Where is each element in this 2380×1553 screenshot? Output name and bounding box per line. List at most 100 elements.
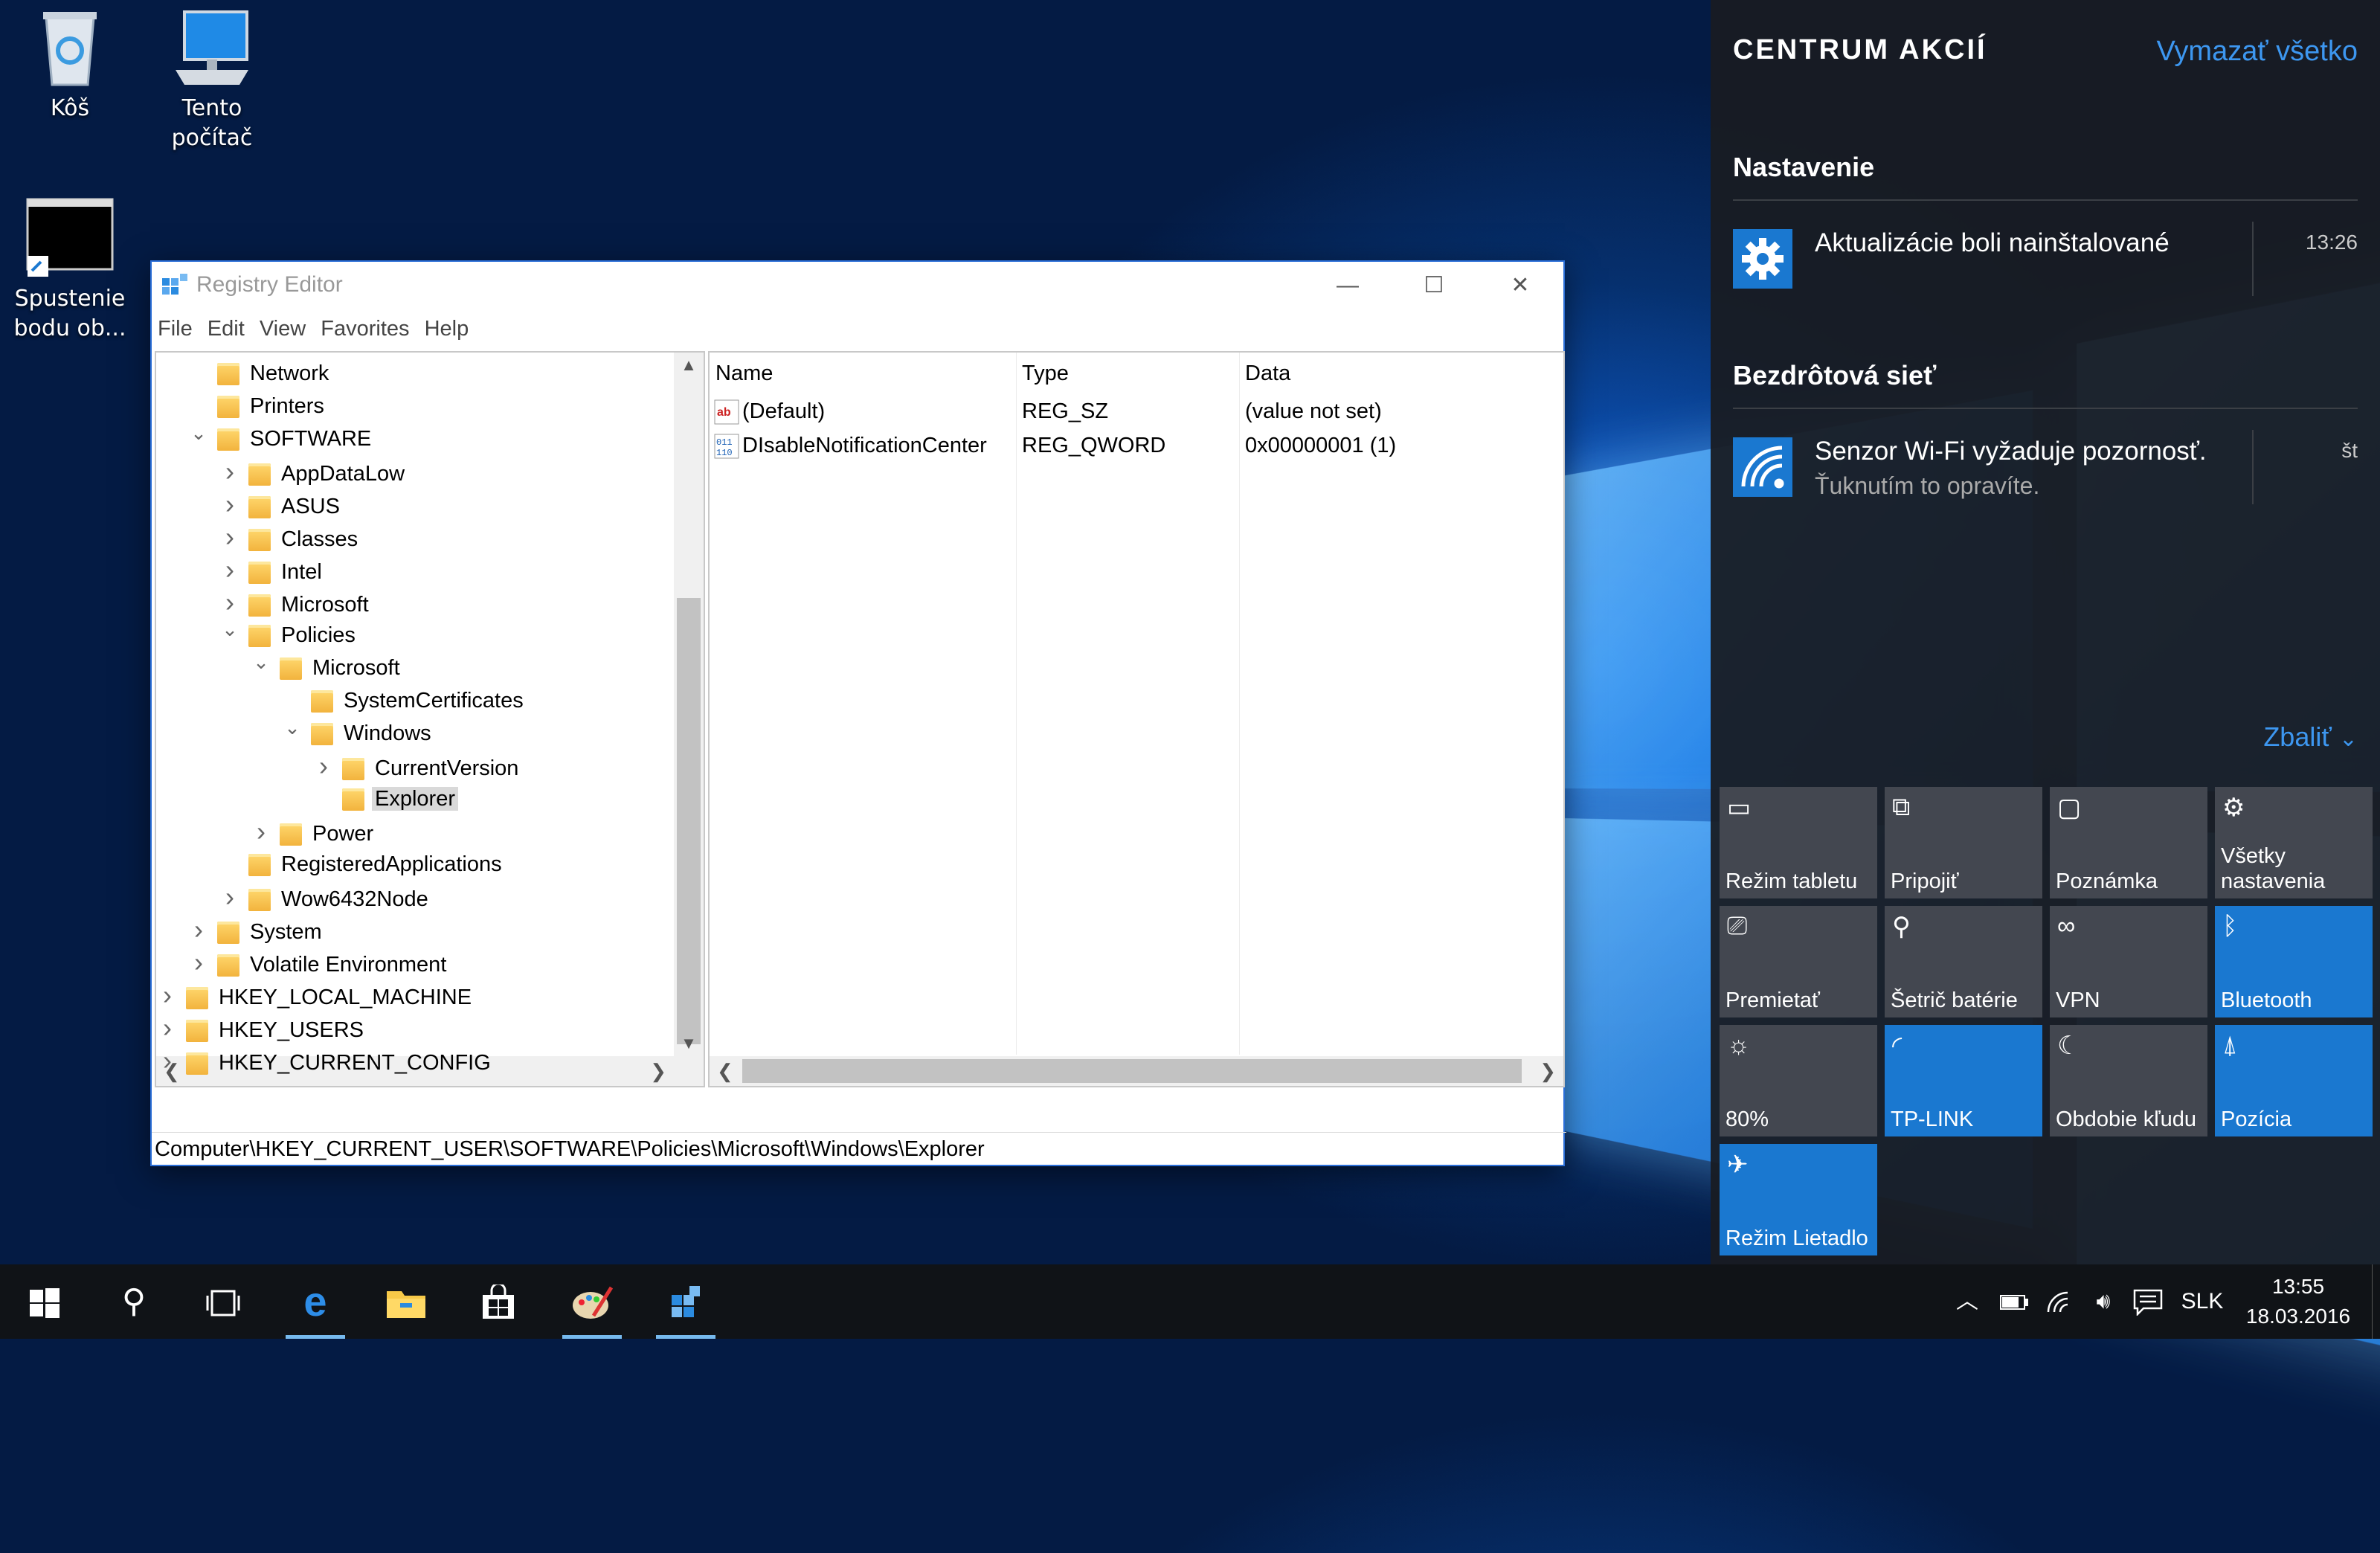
- value-type[interactable]: REG_QWORD: [1022, 428, 1165, 463]
- quick-action-tile[interactable]: ⎚ Premietať: [1720, 906, 1877, 1017]
- clear-all-link[interactable]: Vymazať všetko: [2157, 36, 2358, 68]
- menu-file[interactable]: File: [158, 317, 193, 341]
- tree-item[interactable]: RegisteredApplications: [219, 848, 502, 881]
- search-button[interactable]: ⚲: [97, 1264, 171, 1339]
- quick-action-tile[interactable]: ⚲ Šetrič batérie: [1885, 906, 2042, 1017]
- tree-item[interactable]: ⌄ Windows: [281, 717, 431, 750]
- clock[interactable]: 13:55 18.03.2016: [2239, 1272, 2358, 1331]
- value-name[interactable]: DIsableNotificationCenter: [742, 428, 987, 463]
- notification-updates[interactable]: Aktualizácie boli nainštalované 13:26: [1733, 222, 2358, 303]
- chevron-right-icon[interactable]: ›: [219, 881, 241, 913]
- chevron-right-icon[interactable]: ›: [219, 521, 241, 553]
- quick-action-tile[interactable]: ◜ TP-LINK: [1885, 1025, 2042, 1136]
- column-header-data[interactable]: Data: [1245, 353, 1290, 394]
- chevron-right-icon[interactable]: ›: [156, 979, 178, 1012]
- tree-item[interactable]: › Volatile Environment: [187, 946, 446, 979]
- notification-group-header[interactable]: Nastavenie: [1733, 152, 1874, 183]
- value-name[interactable]: (Default): [742, 394, 825, 428]
- menu-favorites[interactable]: Favorites: [321, 317, 409, 341]
- tree-item[interactable]: Network: [187, 357, 329, 390]
- values-list[interactable]: Name Type Data ❮ ❯ ab (Default) REG_SZ (val…: [708, 351, 1565, 1087]
- quick-action-tile[interactable]: ⚙ Všetky nastavenia: [2215, 787, 2373, 898]
- show-hidden-icons-button[interactable]: ︿: [1949, 1264, 1986, 1339]
- chevron-down-icon[interactable]: ⌄: [281, 711, 303, 744]
- this-pc-shortcut[interactable]: Tento počítač: [145, 7, 279, 153]
- quick-action-tile[interactable]: ∞ VPN: [2050, 906, 2207, 1017]
- scroll-left-icon[interactable]: ❮: [717, 1056, 733, 1086]
- volume-tray-button[interactable]: 🔊︎: [2082, 1264, 2124, 1339]
- value-data[interactable]: 0x00000001 (1): [1245, 428, 1396, 463]
- chevron-right-icon[interactable]: ›: [187, 946, 210, 979]
- chevron-down-icon[interactable]: ⌄: [187, 417, 210, 449]
- menu-help[interactable]: Help: [425, 317, 469, 341]
- tree-item[interactable]: › Wow6432Node: [219, 881, 428, 913]
- column-header-name[interactable]: Name: [715, 353, 773, 394]
- registry-editor-window[interactable]: Registry Editor — ☐ ✕ File Edit View Fav…: [150, 260, 1565, 1166]
- tree-item[interactable]: › ASUS: [219, 488, 340, 521]
- chevron-right-icon[interactable]: ›: [219, 488, 241, 521]
- restore-point-shortcut[interactable]: Spustenie bodu ob...: [3, 196, 137, 344]
- chevron-right-icon[interactable]: ›: [156, 1044, 178, 1077]
- quick-action-tile[interactable]: ᛒ Bluetooth: [2215, 906, 2373, 1017]
- chevron-right-icon[interactable]: ›: [156, 1012, 178, 1044]
- tree-item[interactable]: › System: [187, 913, 322, 946]
- store-button[interactable]: [461, 1264, 536, 1339]
- quick-action-tile[interactable]: ⍋ Pozícia: [2215, 1025, 2373, 1136]
- quick-action-tile[interactable]: ⧉ Pripojiť: [1885, 787, 2042, 898]
- registry-editor-taskbar-button[interactable]: [649, 1264, 723, 1339]
- title-bar[interactable]: Registry Editor — ☐ ✕: [152, 262, 1563, 309]
- tree-item[interactable]: › Power: [250, 815, 373, 848]
- tree-vertical-scrollbar[interactable]: ▲ ▼: [674, 353, 704, 1086]
- paint-button[interactable]: [555, 1264, 629, 1339]
- action-center-tray-button[interactable]: [2127, 1264, 2169, 1339]
- scroll-down-icon[interactable]: ▼: [674, 1034, 704, 1053]
- show-desktop-button[interactable]: [2372, 1264, 2380, 1339]
- collapse-quick-actions-link[interactable]: Zbaliť ⌄: [2263, 721, 2358, 753]
- chevron-right-icon[interactable]: ›: [250, 815, 272, 848]
- chevron-right-icon[interactable]: ›: [219, 455, 241, 488]
- menu-view[interactable]: View: [260, 317, 306, 341]
- notification-group-header[interactable]: Bezdrôtová sieť: [1733, 360, 1936, 391]
- minimize-button[interactable]: —: [1305, 262, 1391, 309]
- tree-item[interactable]: ⌄ Policies: [219, 619, 356, 652]
- quick-action-tile[interactable]: ☼ 80%: [1720, 1025, 1877, 1136]
- values-scroll-thumb[interactable]: [742, 1059, 1522, 1083]
- column-header-type[interactable]: Type: [1022, 353, 1069, 394]
- recycle-bin-shortcut[interactable]: Kôš: [3, 7, 137, 123]
- scroll-right-icon[interactable]: ❯: [1540, 1056, 1556, 1086]
- tree-item[interactable]: ⌄ Microsoft: [250, 652, 400, 684]
- chevron-right-icon[interactable]: ›: [219, 553, 241, 586]
- scroll-right-icon[interactable]: ❯: [650, 1056, 666, 1086]
- quick-action-tile[interactable]: ▢ Poznámka: [2050, 787, 2207, 898]
- tree-item[interactable]: ⌄ SOFTWARE: [187, 422, 371, 455]
- chevron-right-icon[interactable]: ›: [312, 750, 335, 782]
- file-explorer-button[interactable]: [369, 1264, 443, 1339]
- tree-item[interactable]: › Intel: [219, 553, 322, 586]
- tree-scroll-thumb[interactable]: [677, 598, 701, 1044]
- quick-action-tile[interactable]: ✈ Režim Lietadlo: [1720, 1144, 1877, 1255]
- tree-item[interactable]: › HKEY_CURRENT_CONFIG: [156, 1044, 491, 1077]
- tree-item[interactable]: › AppDataLow: [219, 455, 405, 488]
- maximize-button[interactable]: ☐: [1391, 262, 1477, 309]
- network-tray-button[interactable]: [2038, 1264, 2080, 1339]
- tree-item[interactable]: › HKEY_USERS: [156, 1012, 364, 1044]
- close-button[interactable]: ✕: [1477, 262, 1563, 309]
- chevron-down-icon[interactable]: ⌄: [250, 646, 272, 678]
- tree-item[interactable]: › CurrentVersion: [312, 750, 518, 782]
- tree-item[interactable]: Explorer: [312, 782, 458, 815]
- task-view-button[interactable]: [186, 1264, 260, 1339]
- input-language-button[interactable]: SLK: [2176, 1264, 2228, 1339]
- chevron-right-icon[interactable]: ›: [187, 913, 210, 946]
- scroll-up-icon[interactable]: ▲: [674, 356, 704, 375]
- value-type[interactable]: REG_SZ: [1022, 394, 1108, 428]
- menu-edit[interactable]: Edit: [208, 317, 245, 341]
- edge-browser-button[interactable]: e: [278, 1264, 353, 1339]
- tree-item[interactable]: › HKEY_LOCAL_MACHINE: [156, 979, 472, 1012]
- tree-item[interactable]: › Microsoft: [219, 586, 369, 619]
- value-data[interactable]: (value not set): [1245, 394, 1382, 428]
- registry-tree[interactable]: ▲ ▼ ❮ ❯ Network Printers ⌄ SOFTWARE › AppData…: [155, 351, 705, 1087]
- battery-tray-button[interactable]: [1993, 1264, 2035, 1339]
- tree-item[interactable]: SystemCertificates: [281, 684, 524, 717]
- quick-action-tile[interactable]: ☾ Obdobie kľudu: [2050, 1025, 2207, 1136]
- start-button[interactable]: [7, 1264, 82, 1339]
